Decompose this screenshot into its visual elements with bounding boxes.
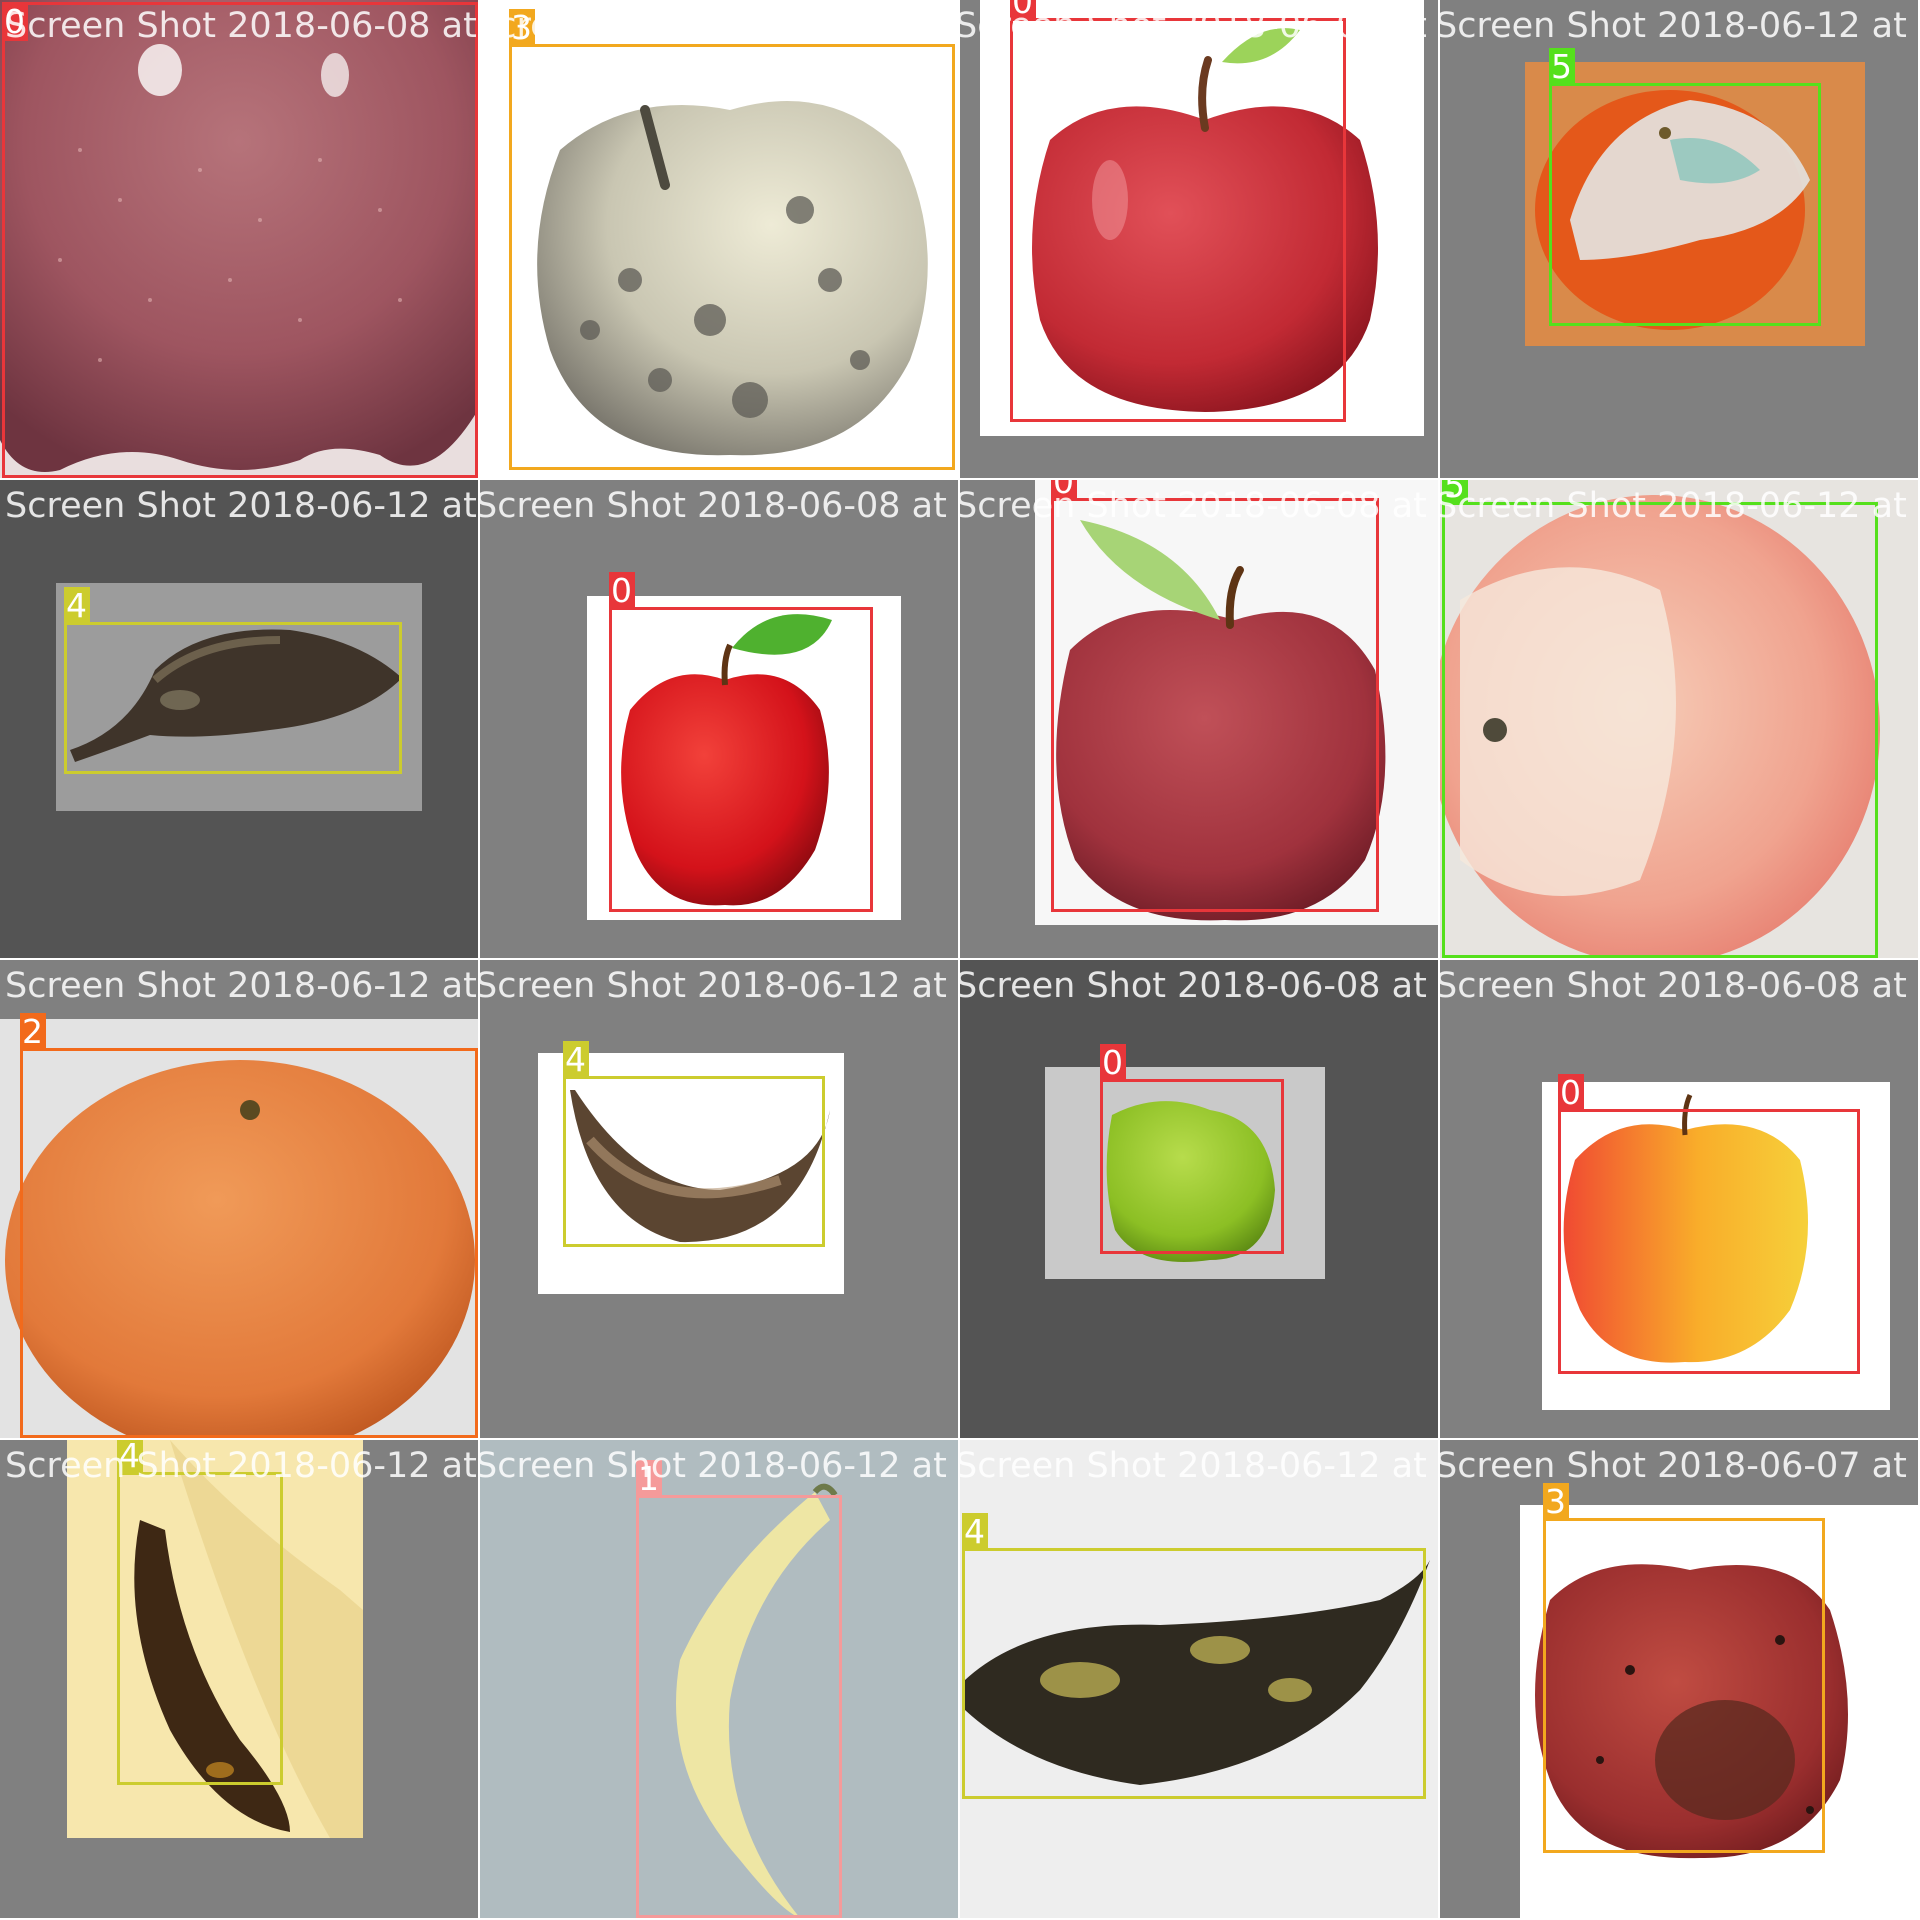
bounding-box: 0 — [1010, 0, 1346, 422]
class-id-label: 2 — [20, 1013, 46, 1051]
mosaic-tile: 5 Screen Shot 2018-06-12 at 9:07:08 PM.p… — [1440, 0, 1918, 478]
mosaic-tile: 4 Screen Shot 2018-06-12 at 9:20:31 PM.p… — [0, 1440, 478, 1918]
mosaic-tile: 4 Screen Shot 2018-06-12 at 9:25:34 PM.p… — [960, 1440, 1438, 1918]
bounding-box: 0 — [1558, 1074, 1860, 1374]
class-id-label: 0 — [1051, 480, 1077, 501]
bounding-box: 0 — [1100, 1044, 1284, 1254]
class-id-label: 4 — [962, 1513, 988, 1551]
class-id-label: 0 — [1010, 0, 1036, 21]
class-id-label: 4 — [563, 1041, 589, 1079]
class-id-label: 0 — [2, 3, 28, 41]
class-id-label: 4 — [117, 1440, 143, 1475]
class-id-label: 3 — [509, 9, 535, 47]
mosaic-tile: 0 Screen Shot 2018-06-08 at 5:09:03 PM.p… — [960, 0, 1438, 478]
mosaic-tile: 4 Screen Shot 2018-06-12 at 9:07:08 PM.p… — [0, 480, 478, 958]
class-id-label: 5 — [1549, 48, 1575, 86]
bounding-box: 3 — [509, 9, 955, 470]
mosaic-tile: 0 Screen Shot 2018-06-08 at 5:06:19 PM.p… — [960, 960, 1438, 1438]
bounding-box: 2 — [20, 1013, 478, 1438]
class-id-label: 3 — [1543, 1483, 1569, 1521]
class-id-label: 0 — [1558, 1074, 1584, 1112]
class-id-label: 5 — [1442, 480, 1468, 505]
bounding-box: 3 — [1543, 1483, 1825, 1853]
bounding-box: 1 — [636, 1460, 842, 1918]
bounding-box: 0 — [609, 572, 873, 912]
bounding-box: 0 — [1051, 480, 1379, 912]
mosaic-tile: 0 Screen Shot 2018-06-08 at 5:06:19 PM.p… — [1440, 960, 1918, 1438]
mosaic-tile: 3 Screen Shot 2018-06-07 at 2:53:43 PM.p… — [1440, 1440, 1918, 1918]
mosaic-tile: 3 Screen Shot 2018-06-08 at 2:41:16 PM.p… — [480, 0, 958, 478]
class-id-label: 1 — [636, 1460, 662, 1498]
mosaic-tile: 2 Screen Shot 2018-06-12 at 11:58:18 PM.… — [0, 960, 478, 1438]
mosaic-tile: 4 Screen Shot 2018-06-12 at 9:22:25 PM.p… — [480, 960, 958, 1438]
training-batch-mosaic: 0 Screen Shot 2018-06-08 at 5:24:58 PM.p… — [0, 0, 1920, 1920]
mosaic-tile: 5 Screen Shot 2018-06-12 at 11:58:18 PM.… — [1440, 480, 1918, 958]
bounding-box: 5 — [1442, 480, 1878, 958]
class-id-label: 0 — [609, 572, 635, 610]
bounding-box: 4 — [117, 1440, 283, 1785]
bounding-box: 5 — [1549, 48, 1821, 326]
mosaic-tile: 0 Screen Shot 2018-06-08 at 5:07:32 PM.p… — [960, 480, 1438, 958]
class-id-label: 4 — [64, 587, 90, 625]
mosaic-tile: 1 Screen Shot 2018-06-12 at 9:46:55 PM.p… — [480, 1440, 958, 1918]
bounding-box: 4 — [962, 1513, 1426, 1799]
bounding-box: 0 — [2, 2, 478, 478]
class-id-label: 0 — [1100, 1044, 1126, 1082]
bounding-box: 4 — [563, 1041, 825, 1247]
mosaic-tile: 0 Screen Shot 2018-06-08 at 4:59:45 PM.p… — [480, 480, 958, 958]
bounding-box: 4 — [64, 587, 402, 774]
mosaic-tile: 0 Screen Shot 2018-06-08 at 5:24:58 PM.p… — [0, 0, 478, 478]
